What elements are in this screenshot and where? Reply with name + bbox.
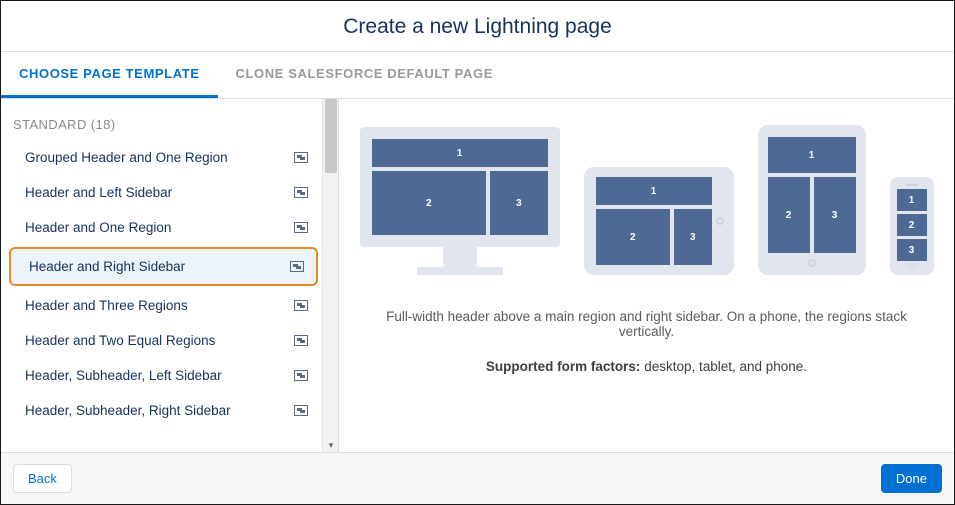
template-label: Header, Subheader, Left Sidebar: [25, 368, 222, 383]
modal-body: STANDARD (18) Grouped Header and One Reg…: [1, 99, 954, 452]
template-description: Full-width header above a main region an…: [359, 309, 934, 339]
modal-title: Create a new Lightning page: [1, 1, 954, 52]
layout-icon: [294, 222, 308, 233]
template-preview: 1 2 3 1 2 3: [339, 99, 954, 452]
phone-speaker-icon: [906, 184, 918, 186]
layout-icon: [294, 187, 308, 198]
template-item[interactable]: Header, Subheader, Right Sidebar: [1, 393, 322, 428]
template-label: Header and Right Sidebar: [29, 259, 185, 274]
tablet-portrait-preview: 1 2 3: [758, 125, 866, 275]
layout-icon: [294, 300, 308, 311]
region-3: 3: [674, 209, 711, 265]
form-factors-label: Supported form factors:: [486, 359, 641, 374]
template-list: STANDARD (18) Grouped Header and One Reg…: [1, 99, 322, 452]
tab-clone-default[interactable]: CLONE SALESFORCE DEFAULT PAGE: [218, 52, 511, 98]
layout-icon: [294, 152, 308, 163]
tab-bar: CHOOSE PAGE TEMPLATE CLONE SALESFORCE DE…: [1, 52, 954, 99]
template-label: Header and Left Sidebar: [25, 185, 172, 200]
home-button-icon: [808, 259, 816, 267]
template-label: Header and Two Equal Regions: [25, 333, 215, 348]
template-label: Header, Subheader, Right Sidebar: [25, 403, 231, 418]
template-item[interactable]: Grouped Header and One Region: [1, 140, 322, 175]
modal-frame: Create a new Lightning page CHOOSE PAGE …: [0, 0, 955, 505]
back-button[interactable]: Back: [13, 464, 72, 493]
template-item[interactable]: Header and Three Regions: [1, 288, 322, 323]
layout-icon: [294, 370, 308, 381]
monitor-base: [417, 267, 503, 275]
region-3: 3: [814, 177, 856, 253]
template-item-selected[interactable]: Header and Right Sidebar: [9, 247, 318, 286]
region-2: 2: [596, 209, 671, 265]
monitor-stand: [443, 247, 477, 267]
template-label: Header and Three Regions: [25, 298, 188, 313]
template-item[interactable]: Header and One Region: [1, 210, 322, 245]
layout-icon: [294, 405, 308, 416]
scroll-thumb[interactable]: [325, 99, 337, 173]
home-button-icon: [909, 263, 915, 269]
region-1: 1: [897, 189, 927, 211]
form-factors-value: desktop, tablet, and phone.: [644, 359, 807, 374]
scroll-down-icon[interactable]: ▾: [323, 438, 339, 452]
layout-icon: [294, 335, 308, 346]
region-2: 2: [768, 177, 810, 253]
device-previews: 1 2 3 1 2 3: [360, 125, 934, 275]
region-3: 3: [490, 171, 547, 235]
desktop-preview: 1 2 3: [360, 127, 560, 275]
phone-preview: 1 2 3: [890, 177, 934, 275]
layout-icon: [290, 261, 304, 272]
tablet-landscape-preview: 1 2 3: [584, 167, 734, 275]
template-item[interactable]: Header, Subheader, Left Sidebar: [1, 358, 322, 393]
region-1: 1: [596, 177, 712, 205]
template-item[interactable]: Header and Two Equal Regions: [1, 323, 322, 358]
tab-choose-template[interactable]: CHOOSE PAGE TEMPLATE: [1, 52, 218, 98]
template-label: Grouped Header and One Region: [25, 150, 228, 165]
done-button[interactable]: Done: [881, 464, 942, 493]
form-factors: Supported form factors: desktop, tablet,…: [486, 359, 807, 374]
region-3: 3: [897, 239, 927, 261]
region-2: 2: [897, 214, 927, 236]
template-sidebar: STANDARD (18) Grouped Header and One Reg…: [1, 99, 339, 452]
region-2: 2: [372, 171, 487, 235]
scrollbar[interactable]: ▾: [322, 99, 338, 452]
template-item[interactable]: Header and Left Sidebar: [1, 175, 322, 210]
template-label: Header and One Region: [25, 220, 171, 235]
section-header-standard: STANDARD (18): [1, 99, 322, 140]
modal-footer: Back Done: [1, 452, 954, 504]
home-button-icon: [716, 217, 724, 225]
region-1: 1: [768, 137, 856, 173]
region-1: 1: [372, 139, 548, 167]
